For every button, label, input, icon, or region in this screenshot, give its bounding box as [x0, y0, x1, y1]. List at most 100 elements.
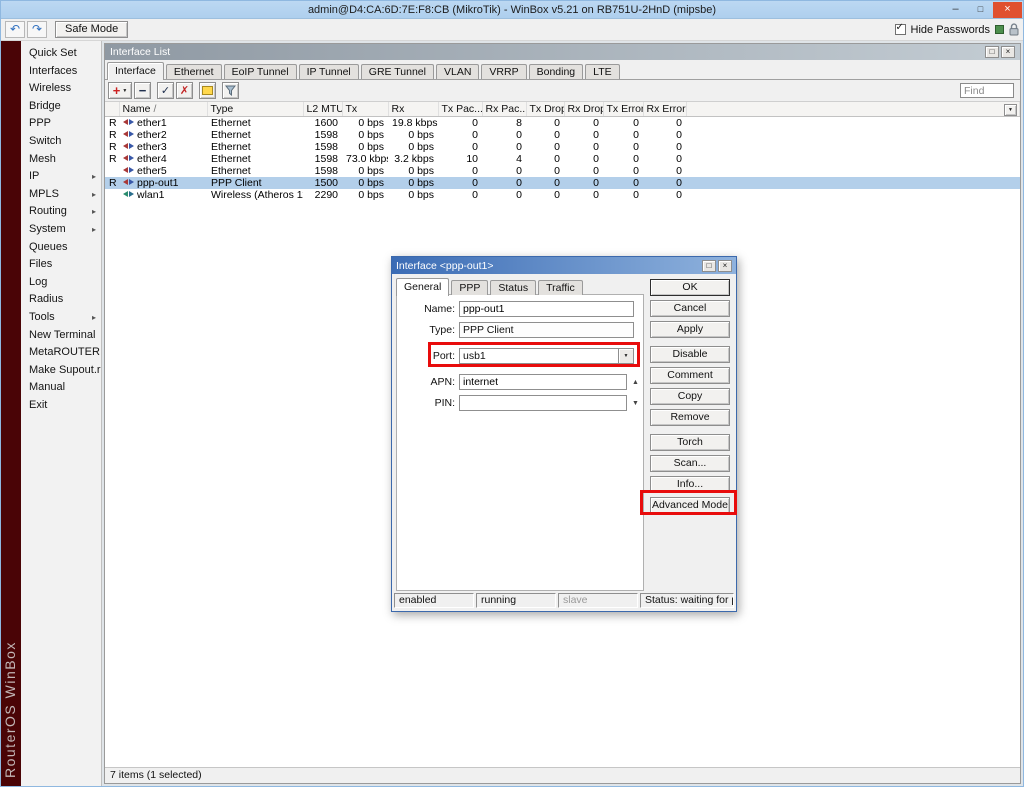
pin-input[interactable] [459, 395, 627, 411]
interface-name: ether2 [137, 129, 167, 141]
tab-lte[interactable]: LTE [585, 64, 619, 79]
cell-rx: 0 bps [388, 141, 438, 153]
interface-row-ether2[interactable]: R ether2 Ethernet 1598 0 bps 0 bps 0 0 0… [105, 129, 1020, 141]
hide-passwords-checkbox[interactable]: ✓ [895, 24, 906, 35]
cell-rx: 0 bps [388, 129, 438, 141]
tab-ethernet[interactable]: Ethernet [166, 64, 222, 79]
disable-button[interactable]: ✗ [176, 82, 193, 99]
expand-down-arrow-icon[interactable]: ▼ [632, 400, 639, 407]
sidebar-item-metarouter[interactable]: MetaROUTER [21, 344, 101, 362]
column-selector-button[interactable]: ▼ [1004, 104, 1017, 116]
tab-ppp[interactable]: PPP [451, 280, 488, 295]
interface-list-titlebar: Interface List □ × [105, 44, 1020, 60]
sidebar-item-log[interactable]: Log [21, 274, 101, 292]
interface-list-title: Interface List [110, 46, 983, 58]
cell-tx: 0 bps [342, 165, 388, 177]
pin-label: PIN: [397, 397, 459, 409]
disable-button[interactable]: Disable [650, 346, 730, 363]
tab-ip-tunnel[interactable]: IP Tunnel [299, 64, 359, 79]
sidebar-item-exit[interactable]: Exit [21, 397, 101, 415]
sidebar-item-wireless[interactable]: Wireless [21, 80, 101, 98]
sidebar-item-make-supout-rif[interactable]: Make Supout.rif [21, 362, 101, 380]
sidebar-item-manual[interactable]: Manual [21, 379, 101, 397]
collapse-up-arrow-icon[interactable]: ▲ [632, 379, 639, 386]
sidebar-item-routing[interactable]: Routing▸ [21, 203, 101, 221]
interface-row-ether3[interactable]: R ether3 Ethernet 1598 0 bps 0 bps 0 0 0… [105, 141, 1020, 153]
col-tx[interactable]: Tx [342, 102, 388, 117]
filter-button[interactable] [222, 82, 239, 99]
col-l2mtu[interactable]: L2 MTU [303, 102, 342, 117]
col-type[interactable]: Type [207, 102, 303, 117]
col-tx-packet[interactable]: Tx Pac... [438, 102, 482, 117]
col-flags[interactable] [105, 102, 119, 117]
sidebar-item-switch[interactable]: Switch [21, 133, 101, 151]
cell-rx-errors: 0 [643, 129, 686, 141]
torch-button[interactable]: Torch [650, 434, 730, 451]
interface-row-ppp-out1[interactable]: R ppp-out1 PPP Client 1500 0 bps 0 bps 0… [105, 177, 1020, 189]
col-tx-drops[interactable]: Tx Drops [526, 102, 564, 117]
dialog-close-button[interactable]: × [718, 260, 732, 272]
sidebar-item-interfaces[interactable]: Interfaces [21, 63, 101, 81]
find-input[interactable] [960, 83, 1014, 98]
dialog-restore-button[interactable]: □ [702, 260, 716, 272]
status-bar: 7 items (1 selected) [105, 767, 1020, 783]
enable-button[interactable]: ✓ [157, 82, 174, 99]
sidebar-item-bridge[interactable]: Bridge [21, 98, 101, 116]
sidebar-item-queues[interactable]: Queues [21, 239, 101, 257]
interface-row-wlan1[interactable]: wlan1 Wireless (Atheros 11N) 2290 0 bps … [105, 189, 1020, 201]
tab-status[interactable]: Status [490, 280, 536, 295]
sidebar-item-radius[interactable]: Radius [21, 291, 101, 309]
cell-tx: 0 bps [342, 129, 388, 141]
apn-input[interactable] [459, 374, 627, 390]
remove-button[interactable]: Remove [650, 409, 730, 426]
cancel-button[interactable]: Cancel [650, 300, 730, 317]
tab-general[interactable]: General [396, 278, 449, 296]
redo-button[interactable]: ↷ [27, 21, 47, 38]
sidebar-item-ppp[interactable]: PPP [21, 115, 101, 133]
minimize-button[interactable]: – [943, 2, 968, 18]
comment-button[interactable]: Comment [650, 367, 730, 384]
ok-button[interactable]: OK [650, 279, 730, 296]
remove-button[interactable]: − [134, 82, 151, 99]
col-rx-drops[interactable]: Rx Drops [564, 102, 603, 117]
tab-eoip-tunnel[interactable]: EoIP Tunnel [224, 64, 297, 79]
sidebar-item-quick-set[interactable]: Quick Set [21, 45, 101, 63]
col-rx-packet[interactable]: Rx Pac... [482, 102, 526, 117]
tab-gre-tunnel[interactable]: GRE Tunnel [361, 64, 434, 79]
interface-row-ether1[interactable]: R ether1 Ethernet 1600 0 bps 19.8 kbps 0… [105, 117, 1020, 130]
interface-row-ether5[interactable]: ether5 Ethernet 1598 0 bps 0 bps 0 0 0 0… [105, 165, 1020, 177]
col-tx-errors[interactable]: Tx Errors [603, 102, 643, 117]
cell-l2mtu: 2290 [303, 189, 342, 201]
close-button[interactable]: × [993, 2, 1022, 18]
interface-list-close-button[interactable]: × [1001, 46, 1015, 58]
cell-rx: 0 bps [388, 165, 438, 177]
col-rx[interactable]: Rx [388, 102, 438, 117]
tab-traffic[interactable]: Traffic [538, 280, 583, 295]
interface-list-restore-button[interactable]: □ [985, 46, 999, 58]
sidebar-item-tools[interactable]: Tools▸ [21, 309, 101, 327]
comment-button[interactable] [199, 82, 216, 99]
sidebar-item-system[interactable]: System▸ [21, 221, 101, 239]
tab-vrrp[interactable]: VRRP [481, 64, 526, 79]
sidebar-item-mpls[interactable]: MPLS▸ [21, 186, 101, 204]
col-rx-errors[interactable]: Rx Errors [643, 102, 686, 117]
scan-button[interactable]: Scan... [650, 455, 730, 472]
sidebar-item-ip[interactable]: IP▸ [21, 168, 101, 186]
apply-button[interactable]: Apply [650, 321, 730, 338]
tab-vlan[interactable]: VLAN [436, 64, 479, 79]
apn-field-row: APN: ▲ [397, 374, 639, 390]
sidebar-item-mesh[interactable]: Mesh [21, 151, 101, 169]
undo-button[interactable]: ↶ [5, 21, 25, 38]
name-input[interactable] [459, 301, 634, 317]
cell-rx: 19.8 kbps [388, 117, 438, 130]
col-name[interactable]: Name/ [119, 102, 207, 117]
maximize-button[interactable]: □ [968, 2, 993, 18]
sidebar-item-new-terminal[interactable]: New Terminal [21, 327, 101, 345]
copy-button[interactable]: Copy [650, 388, 730, 405]
add-button[interactable]: + ▼ [108, 82, 132, 99]
tab-bonding[interactable]: Bonding [529, 64, 584, 79]
safe-mode-button[interactable]: Safe Mode [55, 21, 128, 38]
tab-interface[interactable]: Interface [107, 62, 164, 80]
interface-row-ether4[interactable]: R ether4 Ethernet 1598 73.0 kbps 3.2 kbp… [105, 153, 1020, 165]
sidebar-item-files[interactable]: Files [21, 256, 101, 274]
